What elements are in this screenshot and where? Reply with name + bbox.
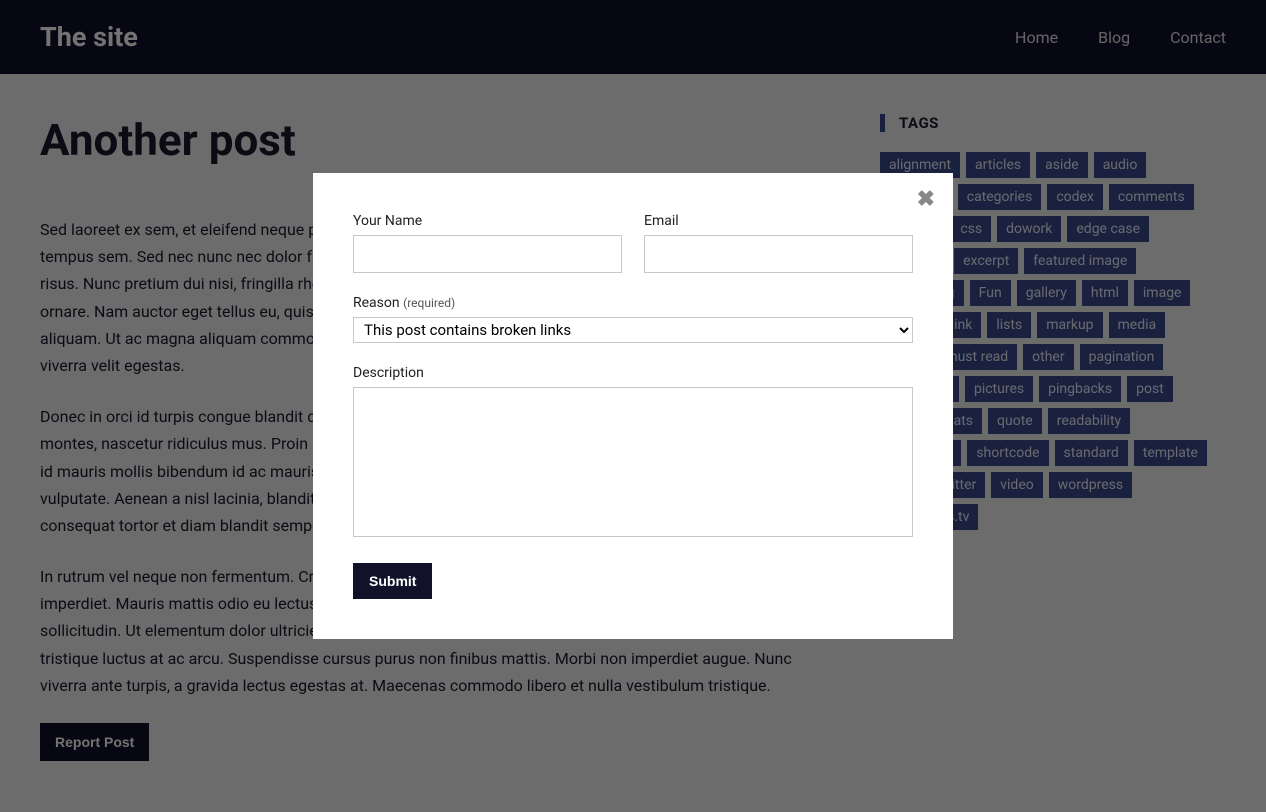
label-description: Description [353,365,913,381]
input-email[interactable] [644,235,913,273]
label-your-name: Your Name [353,213,622,229]
select-reason[interactable]: This post contains broken links [353,317,913,343]
label-reason-required: (required) [403,296,455,310]
label-email: Email [644,213,913,229]
label-reason: Reason (required) [353,295,913,311]
submit-button[interactable]: Submit [353,563,432,599]
input-your-name[interactable] [353,235,622,273]
field-email: Email [644,213,913,273]
modal-overlay: ✖ Your Name Email Reason (required) This… [0,0,1266,812]
field-your-name: Your Name [353,213,622,273]
field-description: Description [353,365,913,537]
field-reason: Reason (required) This post contains bro… [353,295,913,343]
close-icon[interactable]: ✖ [917,187,935,212]
report-modal: ✖ Your Name Email Reason (required) This… [313,173,953,639]
textarea-description[interactable] [353,387,913,537]
label-reason-text: Reason [353,295,400,311]
